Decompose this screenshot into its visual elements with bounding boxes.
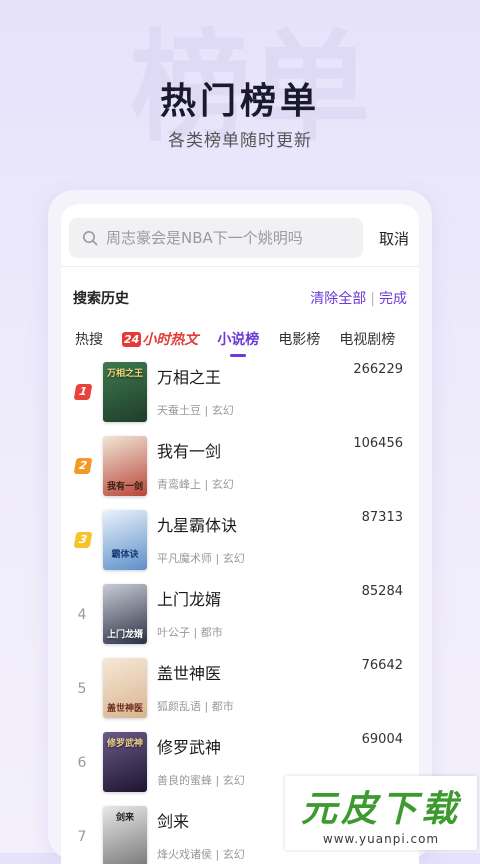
- rank-number: 7: [77, 829, 87, 845]
- cover-title: 上门龙婿: [106, 630, 143, 640]
- book-title: 九星霸体诀: [157, 516, 238, 535]
- watermark-url: www.yuanpi.com: [322, 832, 440, 846]
- search-history-header: 搜索历史 清除全部 | 完成: [73, 288, 407, 308]
- book-count: 76642: [361, 658, 403, 673]
- search-input[interactable]: [106, 229, 346, 247]
- list-item[interactable]: 1 万相之王 万相之王 天蚕土豆 | 玄幻 266229: [61, 358, 419, 432]
- rank-number: 4: [77, 607, 87, 623]
- book-cover: 万相之王: [103, 362, 147, 422]
- rank-number: 6: [77, 755, 87, 771]
- rank-badge: 1: [73, 384, 93, 400]
- book-title: 盖世神医: [157, 664, 222, 683]
- book-count: 106456: [353, 436, 403, 451]
- cover-title: 万相之王: [106, 369, 143, 379]
- separator: |: [370, 291, 375, 307]
- watermark: 元皮下载 www.yuanpi.com: [285, 776, 477, 850]
- book-cover: 盖世神医: [103, 658, 147, 718]
- page-title: 热门榜单: [159, 81, 320, 122]
- search-box[interactable]: [69, 218, 363, 258]
- app-screen: 取消 搜索历史 清除全部|完成 热搜 24小时热文 小说榜 电影榜 电视剧榜 1…: [61, 204, 419, 864]
- book-meta: 天蚕土豆 | 玄幻: [157, 404, 234, 417]
- book-meta: 善良的蜜蜂 | 玄幻: [157, 774, 245, 787]
- tab-24h-label: 小时热文: [142, 332, 199, 348]
- book-meta: 烽火戏诸侯 | 玄幻: [157, 848, 245, 861]
- divider: [61, 266, 419, 267]
- clear-all-button[interactable]: 清除全部: [310, 291, 366, 307]
- book-title: 上门龙婿: [157, 590, 222, 609]
- book-meta: 平凡魔术师 | 玄幻: [157, 552, 245, 565]
- book-cover: 霸体诀: [103, 510, 147, 570]
- rank-badge: 3: [73, 532, 93, 548]
- list-item[interactable]: 4 上门龙婿 上门龙婿 叶公子 | 都市 85284: [61, 580, 419, 654]
- book-count: 87313: [361, 510, 403, 525]
- done-button[interactable]: 完成: [379, 291, 407, 307]
- book-title: 修罗武神: [157, 738, 222, 757]
- tab-hot-search[interactable]: 热搜: [75, 329, 103, 349]
- book-cover: 修罗武神: [103, 732, 147, 792]
- book-meta: 叶公子 | 都市: [157, 626, 223, 639]
- book-title: 剑来: [157, 812, 190, 831]
- cover-title: 我有一剑: [106, 482, 143, 492]
- book-title: 我有一剑: [157, 442, 222, 461]
- cancel-button[interactable]: 取消: [379, 228, 409, 249]
- tab-24h-hot[interactable]: 24 小时热文: [122, 329, 198, 349]
- book-meta: 青鸾峰上 | 玄幻: [157, 478, 234, 491]
- rank-badge: 2: [73, 458, 93, 474]
- book-cover: 剑来: [103, 806, 147, 864]
- cover-title: 霸体诀: [111, 550, 139, 560]
- search-bar: 取消: [69, 218, 411, 258]
- tab-novel-ranking[interactable]: 小说榜: [217, 329, 259, 349]
- book-count: 266229: [353, 362, 403, 377]
- cover-title: 修罗武神: [106, 739, 143, 749]
- cover-title: 盖世神医: [106, 704, 143, 714]
- tab-24h-number: 24: [122, 331, 142, 347]
- book-meta: 狐颜乱语 | 都市: [157, 700, 234, 713]
- tab-movie-ranking[interactable]: 电影榜: [278, 329, 320, 349]
- list-item[interactable]: 3 霸体诀 九星霸体诀 平凡魔术师 | 玄幻 87313: [61, 506, 419, 580]
- watermark-logo: 元皮下载: [300, 789, 461, 830]
- search-icon: [83, 231, 98, 246]
- page-subtitle: 各类榜单随时更新: [168, 131, 312, 151]
- book-count: 85284: [361, 584, 403, 599]
- book-cover: 我有一剑: [103, 436, 147, 496]
- ranking-tabs: 热搜 24 小时热文 小说榜 电影榜 电视剧榜: [75, 326, 411, 352]
- book-cover: 上门龙婿: [103, 584, 147, 644]
- list-item[interactable]: 2 我有一剑 我有一剑 青鸾峰上 | 玄幻 106456: [61, 432, 419, 506]
- book-title: 万相之王: [157, 368, 222, 387]
- list-item[interactable]: 5 盖世神医 盖世神医 狐颜乱语 | 都市 76642: [61, 654, 419, 728]
- tab-tv-ranking[interactable]: 电视剧榜: [339, 329, 395, 349]
- cover-title: 剑来: [115, 813, 134, 823]
- book-count: 69004: [361, 732, 403, 747]
- rank-number: 5: [77, 681, 87, 697]
- history-actions: 清除全部 | 完成: [310, 288, 407, 308]
- search-history-title: 搜索历史: [73, 291, 129, 307]
